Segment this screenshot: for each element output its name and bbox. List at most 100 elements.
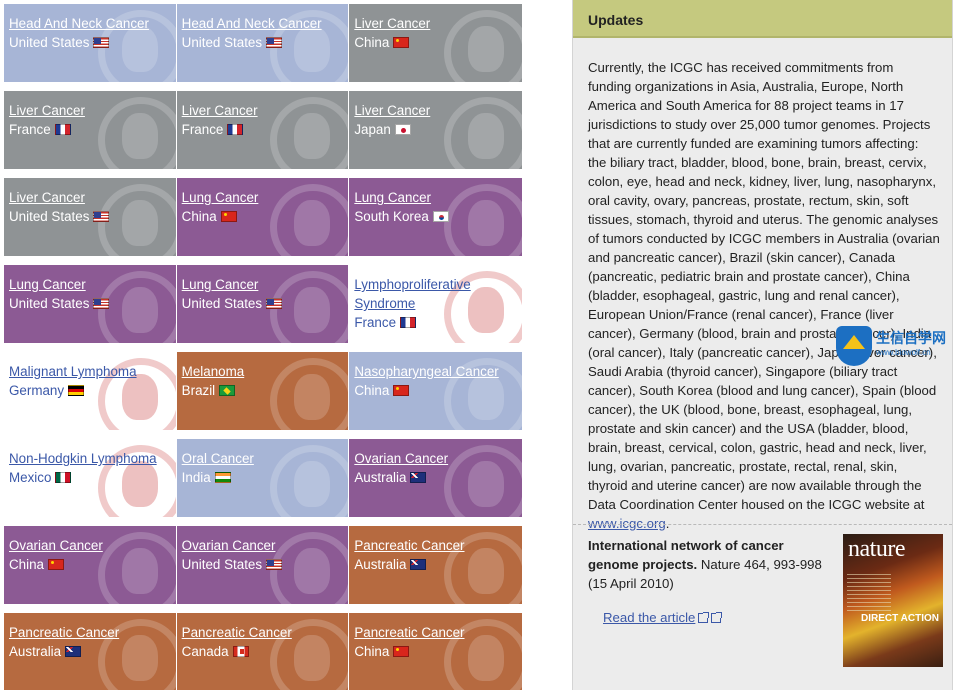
project-tile[interactable]: Malignant Lymphoma Germany xyxy=(4,352,176,430)
project-tile[interactable]: Lung Cancer United States xyxy=(4,265,176,343)
flag-icon xyxy=(410,472,427,483)
tile-country: Germany xyxy=(9,381,172,400)
flag-icon xyxy=(227,124,244,135)
project-tile[interactable]: Oral Cancer India xyxy=(176,439,349,517)
cancer-type-link[interactable]: Lung Cancer xyxy=(182,188,345,207)
project-tile[interactable]: Nasopharyngeal Cancer China xyxy=(349,352,523,430)
cancer-type-link[interactable]: Ovarian Cancer xyxy=(354,449,518,468)
project-tile[interactable]: Liver Cancer China xyxy=(349,4,523,82)
flag-icon xyxy=(93,37,110,48)
tile-content: Lung Cancer China xyxy=(182,188,345,226)
read-article-link[interactable]: Read the article xyxy=(603,610,723,625)
cancer-type-link[interactable]: Liver Cancer xyxy=(182,101,345,120)
country-name: South Korea xyxy=(354,209,429,224)
cancer-type-link[interactable]: Ovarian Cancer xyxy=(182,536,345,555)
project-tile[interactable]: Liver Cancer United States xyxy=(4,178,176,256)
cancer-type-link[interactable]: Pancreatic Cancer xyxy=(9,623,172,642)
tile-country: South Korea xyxy=(354,207,518,226)
project-tile[interactable]: Head And Neck Cancer United States xyxy=(176,4,349,82)
project-tile[interactable]: Liver Cancer France xyxy=(4,91,176,169)
cancer-type-link[interactable]: Pancreatic Cancer xyxy=(354,623,518,642)
cancer-type-link[interactable]: Liver Cancer xyxy=(9,101,172,120)
cancer-type-link[interactable]: Lung Cancer xyxy=(9,275,172,294)
tile-content: Ovarian Cancer China xyxy=(9,536,172,574)
tile-content: Nasopharyngeal Cancer China xyxy=(354,362,518,400)
updates-text: Currently, the ICGC has received commitm… xyxy=(588,60,940,512)
project-tile[interactable]: Pancreatic Cancer China xyxy=(349,613,523,690)
project-tile[interactable]: Ovarian Cancer United States xyxy=(176,526,349,604)
tile-content: Lymphoproliferative Syndrome France xyxy=(354,275,518,332)
tile-country: United States xyxy=(9,207,172,226)
updates-body: Currently, the ICGC has received commitm… xyxy=(573,38,952,533)
flag-icon xyxy=(55,472,72,483)
project-tile[interactable]: Ovarian Cancer Australia xyxy=(349,439,523,517)
project-tile[interactable]: Ovarian Cancer China xyxy=(4,526,176,604)
cancer-type-link[interactable]: Liver Cancer xyxy=(354,101,518,120)
tile-country: France xyxy=(9,120,172,139)
project-tile[interactable]: Lung Cancer China xyxy=(176,178,349,256)
project-tile[interactable]: Pancreatic Cancer Australia xyxy=(4,613,176,690)
cancer-type-link[interactable]: Oral Cancer xyxy=(182,449,345,468)
country-name: Mexico xyxy=(9,470,52,485)
project-tile[interactable]: Head And Neck Cancer United States xyxy=(4,4,176,82)
tile-row: Lung Cancer United States Lung Cancer Unite… xyxy=(4,265,523,343)
tile-content: Lung Cancer South Korea xyxy=(354,188,518,226)
cancer-type-link[interactable]: Nasopharyngeal Cancer xyxy=(354,362,518,381)
country-name: United States xyxy=(9,35,90,50)
read-article-label: Read the article xyxy=(603,610,696,625)
external-link-icon xyxy=(711,611,723,623)
tile-country: China xyxy=(9,555,172,574)
tile-row: Pancreatic Cancer Australia Pancreatic Can… xyxy=(4,613,523,690)
nature-cover-image[interactable]: nature DIRECT ACTION xyxy=(843,534,943,667)
cancer-type-link[interactable]: Melanoma xyxy=(182,362,345,381)
flag-icon xyxy=(266,37,283,48)
cancer-project-grid: Head And Neck Cancer United States Head An… xyxy=(4,4,523,690)
cancer-type-link[interactable]: Lung Cancer xyxy=(354,188,518,207)
project-tile[interactable]: Melanoma Brazil xyxy=(176,352,349,430)
project-tile[interactable]: Lymphoproliferative Syndrome France xyxy=(349,265,523,343)
cancer-type-link[interactable]: Pancreatic Cancer xyxy=(182,623,345,642)
cancer-type-link[interactable]: Malignant Lymphoma xyxy=(9,362,172,381)
cancer-type-link[interactable]: Lung Cancer xyxy=(182,275,345,294)
cancer-type-link[interactable]: Pancreatic Cancer xyxy=(354,536,518,555)
tile-content: Melanoma Brazil xyxy=(182,362,345,400)
country-name: Canada xyxy=(181,644,229,659)
cancer-type-link[interactable]: Head And Neck Cancer xyxy=(182,14,345,33)
project-tile[interactable]: Non-Hodgkin Lymphoma Mexico xyxy=(4,439,176,517)
tile-country: United States xyxy=(182,294,345,313)
flag-icon xyxy=(220,211,237,222)
project-tile[interactable]: Pancreatic Cancer Canada xyxy=(176,613,349,690)
flag-icon xyxy=(54,124,71,135)
country-name: China xyxy=(354,383,390,398)
watermark-logo: 生信自学网 www.biowolf.cn xyxy=(836,326,956,368)
cancer-type-link[interactable]: Non-Hodgkin Lymphoma xyxy=(9,449,172,468)
country-name: China xyxy=(354,644,390,659)
cancer-type-link[interactable]: Ovarian Cancer xyxy=(9,536,172,555)
country-name: France xyxy=(181,122,224,137)
tile-country: Japan xyxy=(354,120,518,139)
project-tile[interactable]: Liver Cancer France xyxy=(176,91,349,169)
watermark-title: 生信自学网 xyxy=(876,331,946,347)
tile-content: Malignant Lymphoma Germany xyxy=(9,362,172,400)
updates-title: Updates xyxy=(573,0,952,38)
project-tile[interactable]: Pancreatic Cancer Australia xyxy=(349,526,523,604)
cancer-type-link[interactable]: Lymphoproliferative Syndrome xyxy=(354,275,518,313)
flag-icon xyxy=(65,646,82,657)
cancer-type-link[interactable]: Liver Cancer xyxy=(9,188,172,207)
project-tile[interactable]: Liver Cancer Japan xyxy=(349,91,523,169)
project-tile[interactable]: Lung Cancer United States xyxy=(176,265,349,343)
country-name: Australia xyxy=(9,644,62,659)
flag-icon xyxy=(400,317,417,328)
flag-icon xyxy=(410,559,427,570)
cancer-type-link[interactable]: Liver Cancer xyxy=(354,14,518,33)
flag-icon xyxy=(266,559,283,570)
country-name: United States xyxy=(181,557,263,572)
country-name: United States xyxy=(181,296,263,311)
tile-country: France xyxy=(182,120,345,139)
cancer-type-link[interactable]: Head And Neck Cancer xyxy=(9,14,172,33)
project-tile[interactable]: Lung Cancer South Korea xyxy=(349,178,523,256)
country-name: France xyxy=(9,122,51,137)
tile-country: United States xyxy=(182,33,345,52)
tile-country: Mexico xyxy=(9,468,172,487)
tile-country: Canada xyxy=(182,642,345,661)
